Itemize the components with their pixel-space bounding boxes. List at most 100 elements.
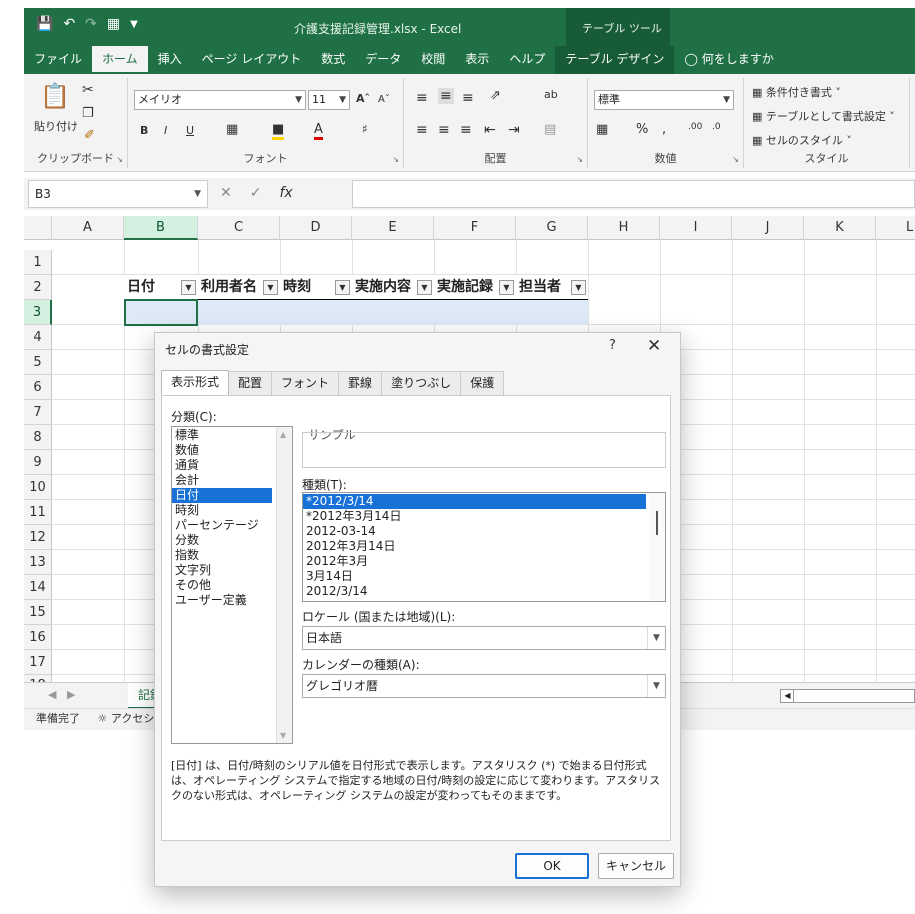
row-header-14[interactable]: 14 [24,575,52,600]
align-middle-icon[interactable]: ≡ [438,88,454,104]
enter-formula-icon[interactable]: ✓ [250,185,262,201]
list-item-selected[interactable]: *2012/3/14 [303,494,646,509]
tab-view[interactable]: 表示 [455,46,499,74]
bold-icon[interactable]: B [140,124,148,137]
paste-button[interactable]: 貼り付け [34,118,78,134]
increase-indent-icon[interactable]: ⇥ [508,122,520,138]
filter-dropdown-icon[interactable]: ▼ [335,280,350,295]
list-item[interactable]: 標準 [172,428,292,443]
list-item[interactable]: 分数 [172,533,292,548]
name-box[interactable]: B3 ▼ [28,180,208,208]
copy-icon[interactable]: ❐ [82,106,94,121]
column-header-j[interactable]: J [732,216,804,240]
tab-review[interactable]: 校閲 [411,46,455,74]
border-icon[interactable]: ▦ [226,122,238,137]
fill-color-icon[interactable]: ■ [272,122,285,140]
row-header-7[interactable]: 7 [24,400,52,425]
conditional-format-button[interactable]: ▦ 条件付き書式 ˅ [752,84,841,100]
column-header-g[interactable]: G [516,216,588,240]
list-item[interactable]: 指数 [172,548,292,563]
tab-font[interactable]: フォント [271,371,340,395]
row-header-9[interactable]: 9 [24,450,52,475]
align-center-icon[interactable]: ≡ [438,122,450,138]
tab-help[interactable]: ヘルプ [499,46,555,74]
formula-input[interactable] [352,180,915,208]
column-header-d[interactable]: D [280,216,352,240]
table-row[interactable] [198,300,588,325]
redo-icon[interactable]: ↷ [85,16,97,32]
undo-icon[interactable]: ↶ [63,16,75,32]
scroll-up-icon[interactable]: ▲ [280,430,286,439]
cell-styles-button[interactable]: ▦ セルのスタイル ˅ [752,132,852,148]
underline-icon[interactable]: U [186,124,194,137]
table-header-record[interactable]: 実施記録 ▼ [434,275,516,300]
row-header-4[interactable]: 4 [24,325,52,350]
tell-me-search[interactable]: ◯ 何をしますか [674,46,783,74]
font-launcher-icon[interactable]: ↘ [392,155,399,164]
accessibility-status[interactable]: アクセシ [111,712,154,725]
list-item[interactable]: *2012年3月14日 [303,509,665,524]
column-header-e[interactable]: E [352,216,434,240]
insert-function-icon[interactable]: fx [279,185,292,201]
decrease-decimal-icon[interactable]: .0 [712,122,721,132]
column-header-k[interactable]: K [804,216,876,240]
horizontal-scrollbar[interactable]: ◀ [780,689,915,703]
wrap-text-icon[interactable]: ab [544,88,558,101]
filter-dropdown-icon[interactable]: ▼ [499,280,514,295]
tab-home[interactable]: ホーム [92,46,148,74]
list-item[interactable]: パーセンテージ [172,518,292,533]
row-header-13[interactable]: 13 [24,550,52,575]
phonetic-icon[interactable]: ♯ [362,122,368,136]
list-item[interactable]: その他 [172,578,292,593]
table-header-user[interactable]: 利用者名 ▼ [198,275,280,300]
tab-alignment[interactable]: 配置 [228,371,273,395]
scroll-thumb[interactable] [656,511,658,535]
merge-center-icon[interactable]: ▤ [544,122,556,137]
customize-qat-icon[interactable]: ▼ [130,19,138,30]
orientation-icon[interactable]: ⇗ [490,88,501,103]
column-header-f[interactable]: F [434,216,516,240]
cut-icon[interactable]: ✂ [82,82,94,98]
ok-button[interactable]: OK [515,853,589,879]
row-header-12[interactable]: 12 [24,525,52,550]
list-item[interactable]: 3月14日 [303,569,665,584]
help-icon[interactable]: ? [609,338,616,353]
select-all-corner[interactable] [24,216,52,240]
tab-protection[interactable]: 保護 [460,371,505,395]
comma-icon[interactable]: , [662,122,666,137]
align-top-icon[interactable]: ≡ [416,90,428,106]
paste-icon[interactable]: 📋 [40,82,70,110]
italic-icon[interactable]: I [164,124,167,137]
align-right-icon[interactable]: ≡ [460,122,472,138]
filter-dropdown-icon[interactable]: ▼ [571,280,586,295]
list-item[interactable]: 文字列 [172,563,292,578]
tab-page-layout[interactable]: ページ レイアウト [192,46,312,74]
list-item[interactable]: 数値 [172,443,292,458]
tab-insert[interactable]: 挿入 [148,46,192,74]
row-header-8[interactable]: 8 [24,425,52,450]
align-bottom-icon[interactable]: ≡ [462,90,474,106]
percent-icon[interactable]: % [636,122,648,137]
type-scrollbar[interactable] [649,493,665,601]
tab-fill[interactable]: 塗りつぶし [381,371,462,395]
row-header-17[interactable]: 17 [24,650,52,675]
list-item[interactable]: 時刻 [172,503,292,518]
filter-dropdown-icon[interactable]: ▼ [181,280,196,295]
close-icon[interactable]: ✕ [647,336,661,356]
row-header-3[interactable]: 3 [24,300,52,325]
column-header-c[interactable]: C [198,216,280,240]
column-header-a[interactable]: A [52,216,124,240]
format-painter-icon[interactable]: ✐ [84,128,95,143]
tab-number-format[interactable]: 表示形式 [161,370,230,396]
filter-dropdown-icon[interactable]: ▼ [263,280,278,295]
scroll-down-icon[interactable]: ▼ [280,731,286,740]
number-format-combo[interactable]: 標準 ▼ [594,90,734,110]
increase-font-icon[interactable]: Aˆ [356,92,370,105]
list-item[interactable]: 会計 [172,473,292,488]
accounting-icon[interactable]: ▦ [596,122,608,137]
table-header-time[interactable]: 時刻 ▼ [280,275,352,300]
cancel-button[interactable]: キャンセル [598,853,674,879]
scroll-left-icon[interactable]: ◀ [782,690,794,702]
list-item[interactable]: 2012年3月 [303,554,665,569]
type-list[interactable]: *2012/3/14 *2012年3月14日 2012-03-14 2012年3… [302,492,666,602]
